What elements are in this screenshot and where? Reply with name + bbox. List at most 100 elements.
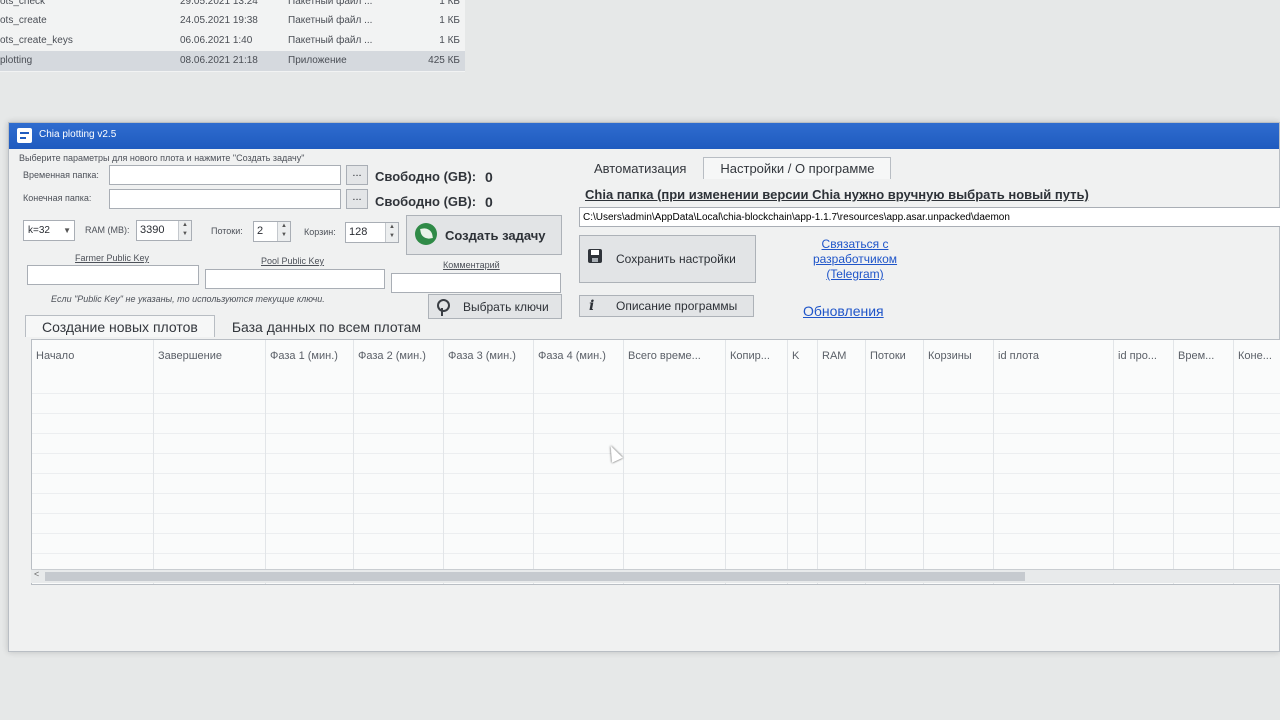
column-end[interactable]: Завершение <box>154 340 266 584</box>
file-size: 1 КБ <box>439 15 460 26</box>
table-header-cell: id про... <box>1118 350 1157 362</box>
floppy-disk-icon <box>588 249 602 263</box>
column-temp[interactable]: Врем... <box>1174 340 1234 584</box>
spin-arrows-icon[interactable]: ▲ ▼ <box>277 222 290 241</box>
pool-key-label: Pool Public Key <box>261 256 325 266</box>
horizontal-scrollbar[interactable]: < <box>31 569 1280 583</box>
threads-label: Потоки: <box>211 226 243 236</box>
file-name: plotting <box>0 55 33 66</box>
app-window: Chia plotting v2.5 Выберите параметры дл… <box>8 122 1280 652</box>
column-ram[interactable]: RAM <box>818 340 866 584</box>
threads-value: 2 <box>257 225 264 237</box>
file-size: 1 КБ <box>439 35 460 46</box>
temp-free-label: Свободно (GB): <box>375 169 477 184</box>
buckets-label: Корзин: <box>304 227 336 237</box>
final-free-label: Свободно (GB): <box>375 194 477 209</box>
contact-developer-link[interactable]: Связаться с разработчиком (Telegram) <box>799 237 911 282</box>
choose-keys-label: Выбрать ключи <box>463 300 549 314</box>
table-header-cell: Врем... <box>1178 350 1215 362</box>
save-settings-label: Сохранить настройки <box>616 252 736 266</box>
ram-label: RAM (MB): <box>85 225 130 235</box>
choose-keys-button[interactable]: Выбрать ключи <box>428 294 562 319</box>
table-header-cell: id плота <box>998 350 1040 362</box>
tab-automation[interactable]: Автоматизация <box>577 157 703 179</box>
window-title: Chia plotting v2.5 <box>39 129 117 140</box>
program-description-label: Описание программы <box>616 299 738 313</box>
column-phase3[interactable]: Фаза 3 (мин.) <box>444 340 534 584</box>
k-size-value: k=32 <box>28 225 50 236</box>
file-row-selected[interactable]: plotting 08.06.2021 21:18 Приложение 425… <box>0 51 465 71</box>
farmer-key-label: Farmer Public Key <box>75 253 150 263</box>
column-plot-id[interactable]: id плота <box>994 340 1114 584</box>
chia-leaf-icon <box>415 223 437 245</box>
chia-folder-label: Chia папка (при изменении версии Chia ну… <box>585 187 1089 202</box>
main-tab-strip: Создание новых плотов База данных по все… <box>25 315 438 337</box>
column-phase2[interactable]: Фаза 2 (мин.) <box>354 340 444 584</box>
temp-free-value: 0 <box>485 169 493 185</box>
file-size: 425 КБ <box>428 55 460 66</box>
comment-label: Комментарий <box>443 260 500 270</box>
app-icon <box>17 128 32 143</box>
comment-input[interactable] <box>391 273 561 293</box>
save-settings-button[interactable]: Сохранить настройки <box>579 235 756 283</box>
create-task-button[interactable]: Создать задачу <box>406 215 562 255</box>
plots-table[interactable]: Начало Завершение Фаза 1 (мин.) Фаза 2 (… <box>31 339 1280 585</box>
file-date: 24.05.2021 19:38 <box>180 15 258 26</box>
column-start[interactable]: Начало <box>32 340 154 584</box>
pool-key-input[interactable] <box>205 269 385 289</box>
final-browse-button[interactable]: ... <box>346 189 368 209</box>
file-name: ots_create_keys <box>0 35 73 46</box>
column-phase1[interactable]: Фаза 1 (мин.) <box>266 340 354 584</box>
table-header-cell: Всего време... <box>628 350 701 362</box>
explorer-file-list: ots_check 29.05.2021 13:24 Пакетный файл… <box>0 0 465 72</box>
scroll-left-icon[interactable]: < <box>34 569 39 579</box>
updates-link[interactable]: Обновления <box>803 303 884 319</box>
chia-path-input[interactable] <box>579 207 1280 227</box>
settings-tab-strip: Автоматизация Настройки / О программе <box>577 157 892 179</box>
ram-stepper[interactable]: 3390 ▲ ▼ <box>136 220 192 241</box>
file-name: ots_create <box>0 15 47 26</box>
file-type: Пакетный файл ... <box>288 15 373 26</box>
final-folder-label: Конечная папка: <box>23 193 92 203</box>
final-folder-input[interactable] <box>109 189 341 209</box>
column-k[interactable]: K <box>788 340 818 584</box>
table-header-cell: Фаза 4 (мин.) <box>538 350 606 362</box>
table-header-cell: Потоки <box>870 350 906 362</box>
table-header-cell: Фаза 3 (мин.) <box>448 350 516 362</box>
column-final[interactable]: Коне... <box>1234 340 1280 584</box>
final-free-value: 0 <box>485 194 493 210</box>
table-header-cell: Фаза 1 (мин.) <box>270 350 338 362</box>
temp-browse-button[interactable]: ... <box>346 165 368 185</box>
chevron-down-icon: ▼ <box>63 226 71 235</box>
column-copy[interactable]: Копир... <box>726 340 788 584</box>
program-description-button[interactable]: i Описание программы <box>579 295 754 317</box>
file-row[interactable]: ots_create_keys 06.06.2021 1:40 Пакетный… <box>0 31 465 51</box>
tab-plots-database[interactable]: База данных по всем плотам <box>215 315 438 337</box>
table-header-cell: Коне... <box>1238 350 1272 362</box>
column-threads[interactable]: Потоки <box>866 340 924 584</box>
table-header-cell: Корзины <box>928 350 972 362</box>
table-header-cell: RAM <box>822 350 847 362</box>
info-icon: i <box>589 298 595 314</box>
spin-arrows-icon[interactable]: ▲ ▼ <box>385 223 398 242</box>
buckets-value: 128 <box>349 226 368 238</box>
spin-arrows-icon[interactable]: ▲ ▼ <box>178 221 191 240</box>
buckets-stepper[interactable]: 128 ▲ ▼ <box>345 222 399 243</box>
tab-settings[interactable]: Настройки / О программе <box>703 157 892 179</box>
scrollbar-thumb[interactable] <box>45 572 1025 581</box>
column-buckets[interactable]: Корзины <box>924 340 994 584</box>
file-date: 06.06.2021 1:40 <box>180 35 253 46</box>
farmer-key-input[interactable] <box>27 265 199 285</box>
column-total-time[interactable]: Всего време... <box>624 340 726 584</box>
ram-value: 3390 <box>140 224 165 236</box>
file-row[interactable]: ots_create 24.05.2021 19:38 Пакетный фай… <box>0 11 465 31</box>
table-header-cell: K <box>792 350 800 362</box>
k-size-select[interactable]: k=32 ▼ <box>23 220 75 241</box>
threads-stepper[interactable]: 2 ▲ ▼ <box>253 221 291 242</box>
column-id-process[interactable]: id про... <box>1114 340 1174 584</box>
title-bar[interactable]: Chia plotting v2.5 <box>9 123 1279 149</box>
table-header-cell: Фаза 2 (мин.) <box>358 350 426 362</box>
temp-folder-input[interactable] <box>109 165 341 185</box>
column-phase4[interactable]: Фаза 4 (мин.) <box>534 340 624 584</box>
tab-create-plots[interactable]: Создание новых плотов <box>25 315 215 337</box>
